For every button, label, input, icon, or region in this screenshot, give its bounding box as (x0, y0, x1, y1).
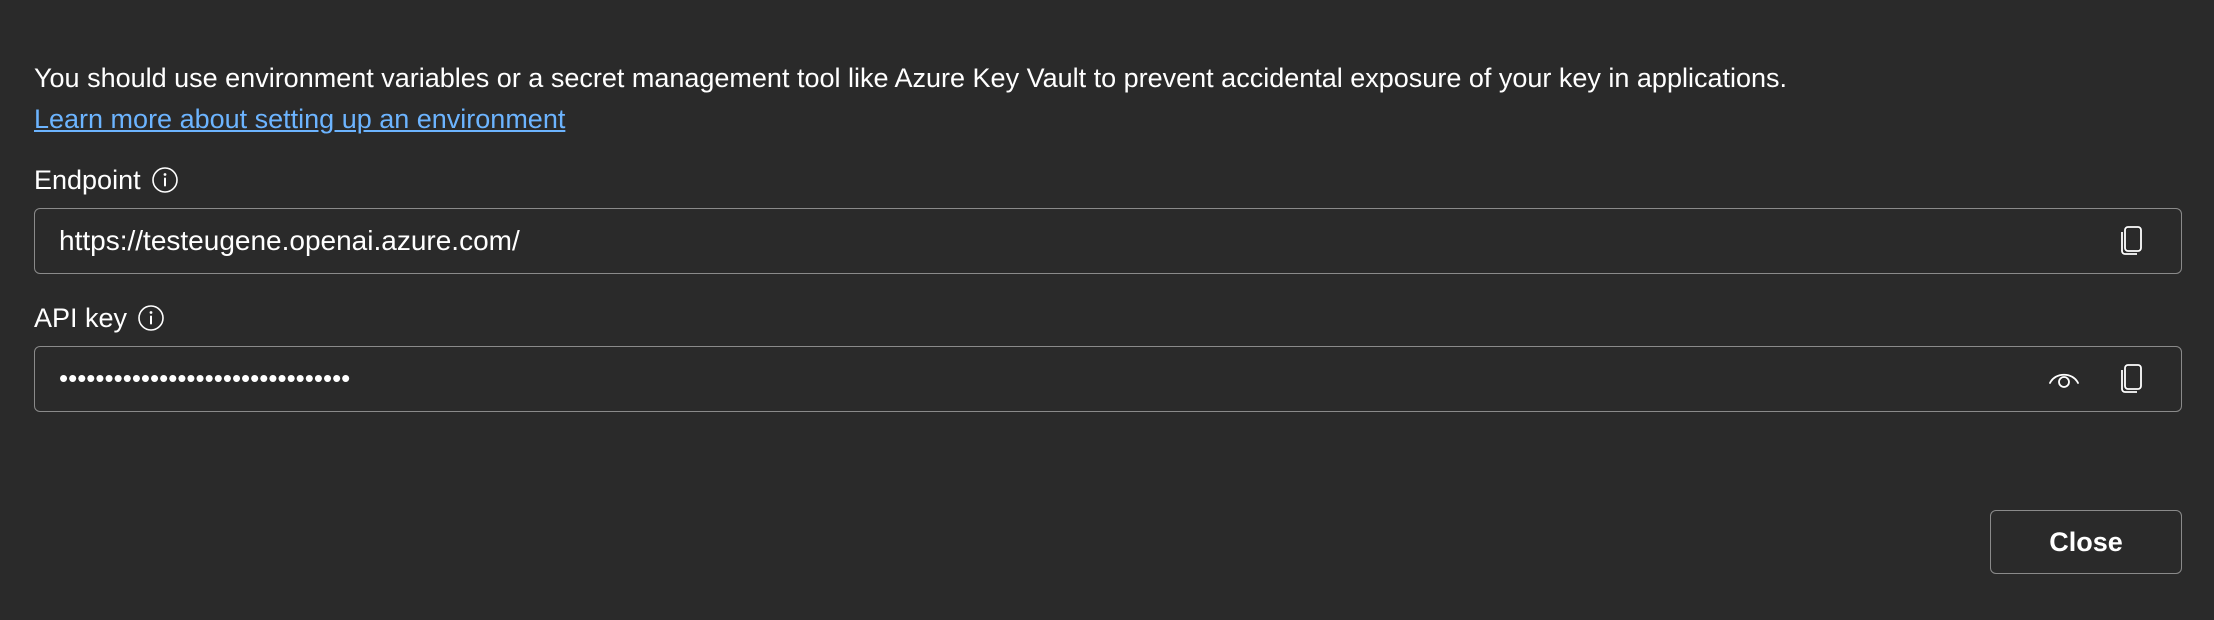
endpoint-copy-icon[interactable] (2115, 223, 2149, 257)
api-key-dialog: You should use environment variables or … (0, 0, 2214, 620)
api-key-info-icon[interactable] (137, 304, 165, 332)
endpoint-label-row: Endpoint (34, 160, 179, 200)
learn-more-link[interactable]: Learn more about setting up an environme… (34, 99, 565, 139)
endpoint-label: Endpoint (34, 165, 141, 195)
endpoint-info-icon[interactable] (151, 166, 179, 194)
close-button[interactable]: Close (1990, 510, 2182, 574)
api-key-label: API key (34, 303, 128, 333)
api-key-label-row: API key (34, 298, 165, 338)
endpoint-value: https://testeugene.openai.azure.com/ (59, 225, 520, 256)
reveal-eye-icon[interactable] (2047, 361, 2081, 395)
api-key-copy-icon[interactable] (2115, 361, 2149, 395)
api-key-masked-value: •••••••••••••••••••••••••••••••• (59, 363, 351, 393)
api-key-field[interactable]: •••••••••••••••••••••••••••••••• (34, 346, 2182, 412)
security-notice: You should use environment variables or … (34, 63, 1788, 93)
endpoint-field[interactable]: https://testeugene.openai.azure.com/ (34, 208, 2182, 274)
